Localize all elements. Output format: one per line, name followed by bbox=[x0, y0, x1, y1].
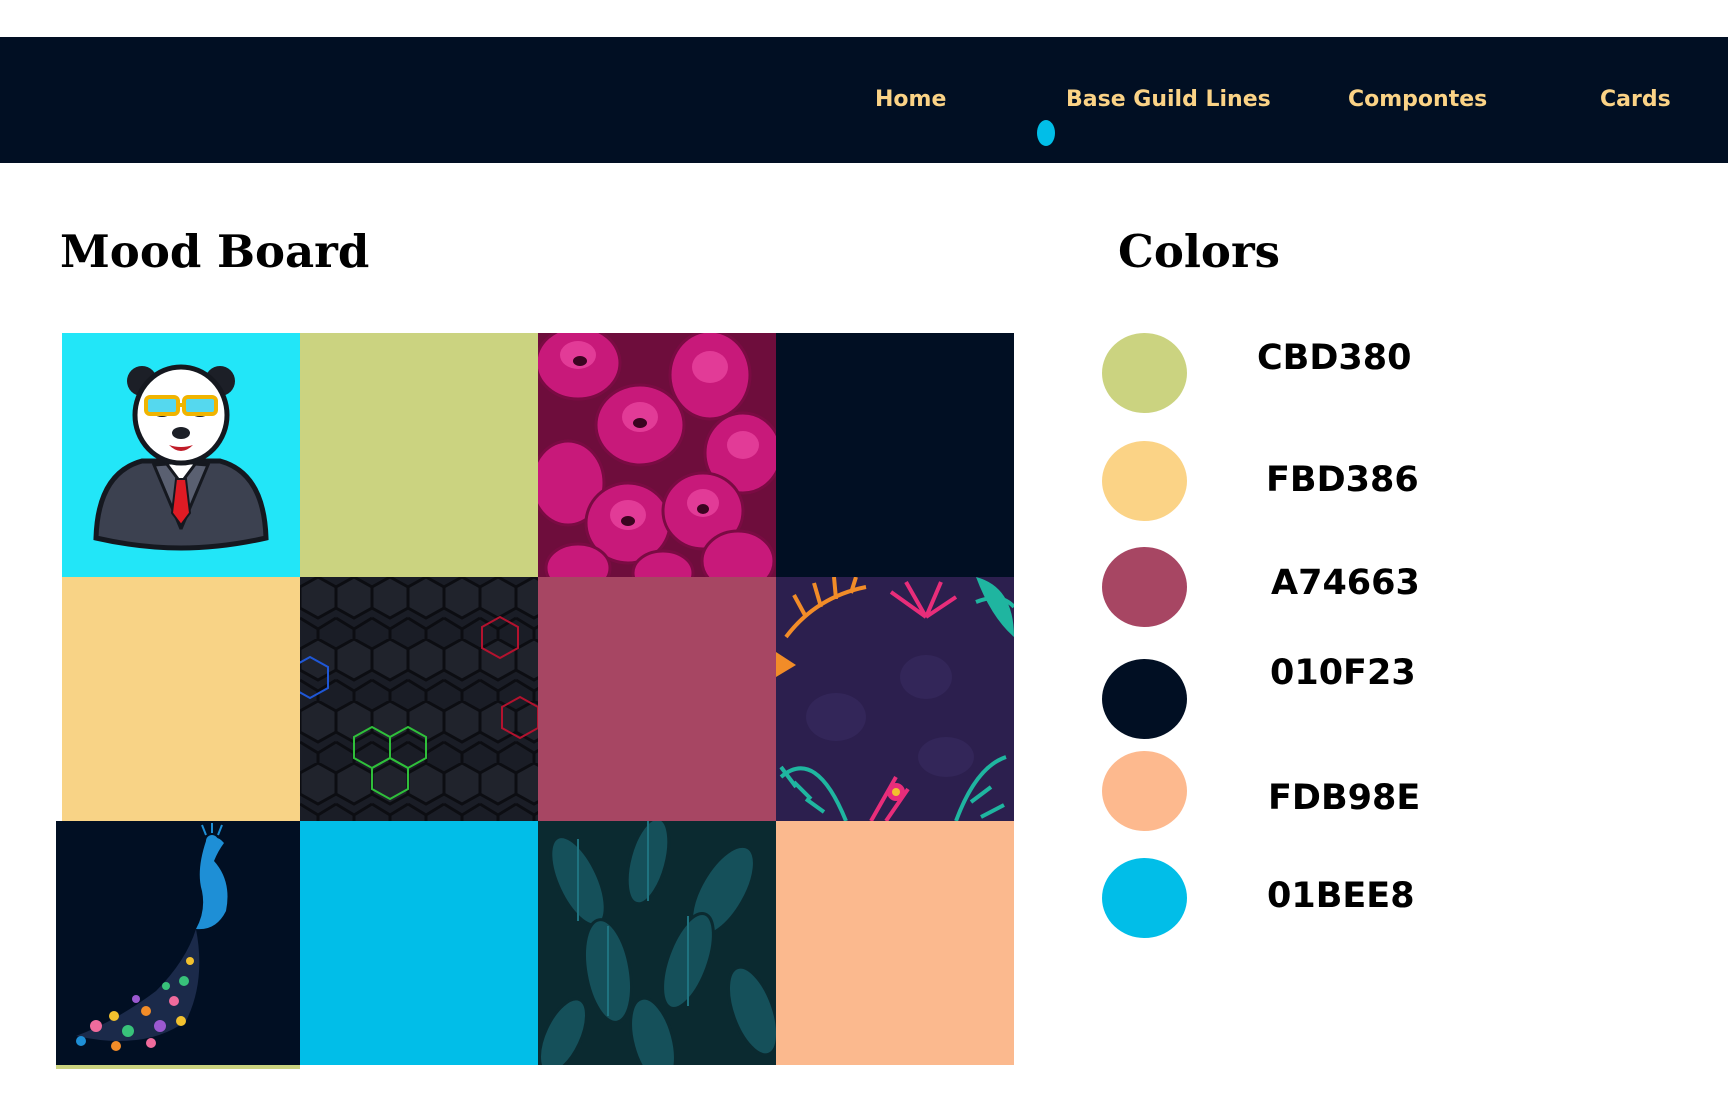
swatch-hex-label: CBD380 bbox=[1257, 338, 1412, 378]
tropical-leaves-frame-icon bbox=[776, 577, 1014, 821]
color-block bbox=[300, 821, 538, 1065]
hexagon-pattern-icon bbox=[300, 577, 538, 821]
nav-home[interactable]: Home bbox=[875, 37, 946, 163]
mood-tile-green[interactable] bbox=[300, 333, 538, 577]
mood-tile-hexagons[interactable] bbox=[300, 577, 538, 821]
active-indicator-dot bbox=[1037, 120, 1055, 146]
swatch-hex-label: 01BEE8 bbox=[1267, 876, 1415, 916]
mood-tile-peacock[interactable] bbox=[56, 821, 300, 1069]
swatch-circle[interactable] bbox=[1102, 441, 1187, 521]
swatch-circle[interactable] bbox=[1102, 547, 1187, 627]
dark-feathers-photo bbox=[538, 821, 776, 1065]
mood-tile-peach[interactable] bbox=[776, 821, 1014, 1065]
mood-tile-navy[interactable] bbox=[776, 333, 1014, 577]
swatch-hex-label: 010F23 bbox=[1270, 653, 1416, 693]
mood-tile-yellow[interactable] bbox=[62, 577, 300, 821]
swatch-circle[interactable] bbox=[1102, 858, 1187, 938]
mood-board-title: Mood Board bbox=[60, 225, 370, 278]
pink-tulips-photo bbox=[538, 333, 776, 577]
mood-tile-cyan[interactable] bbox=[300, 821, 538, 1065]
color-block bbox=[538, 577, 776, 821]
top-navbar: Home Base Guild Lines Compontes Cards bbox=[0, 37, 1728, 163]
color-block bbox=[776, 333, 1014, 577]
colors-title: Colors bbox=[1118, 225, 1280, 278]
nav-cards[interactable]: Cards bbox=[1600, 37, 1671, 163]
nav-base-guidelines[interactable]: Base Guild Lines bbox=[1066, 37, 1271, 163]
mood-tile-panda[interactable] bbox=[62, 333, 300, 577]
mood-tile-tropical[interactable] bbox=[776, 577, 1014, 821]
swatch-circle[interactable] bbox=[1102, 659, 1187, 739]
mood-tile-feathers[interactable] bbox=[538, 821, 776, 1065]
swatch-circle[interactable] bbox=[1102, 333, 1187, 413]
color-block bbox=[776, 821, 1014, 1065]
mood-tile-maroon[interactable] bbox=[538, 577, 776, 821]
mood-tile-tulips[interactable] bbox=[538, 333, 776, 577]
swatch-circle[interactable] bbox=[1102, 751, 1187, 831]
swatch-hex-label: FDB98E bbox=[1268, 778, 1421, 818]
color-block bbox=[300, 333, 538, 577]
swatch-hex-label: FBD386 bbox=[1266, 460, 1419, 500]
color-block bbox=[62, 577, 300, 821]
nav-components[interactable]: Compontes bbox=[1348, 37, 1487, 163]
swatch-hex-label: A74663 bbox=[1271, 563, 1420, 603]
peacock-icon bbox=[56, 821, 300, 1069]
panda-mascot-icon bbox=[62, 333, 300, 577]
